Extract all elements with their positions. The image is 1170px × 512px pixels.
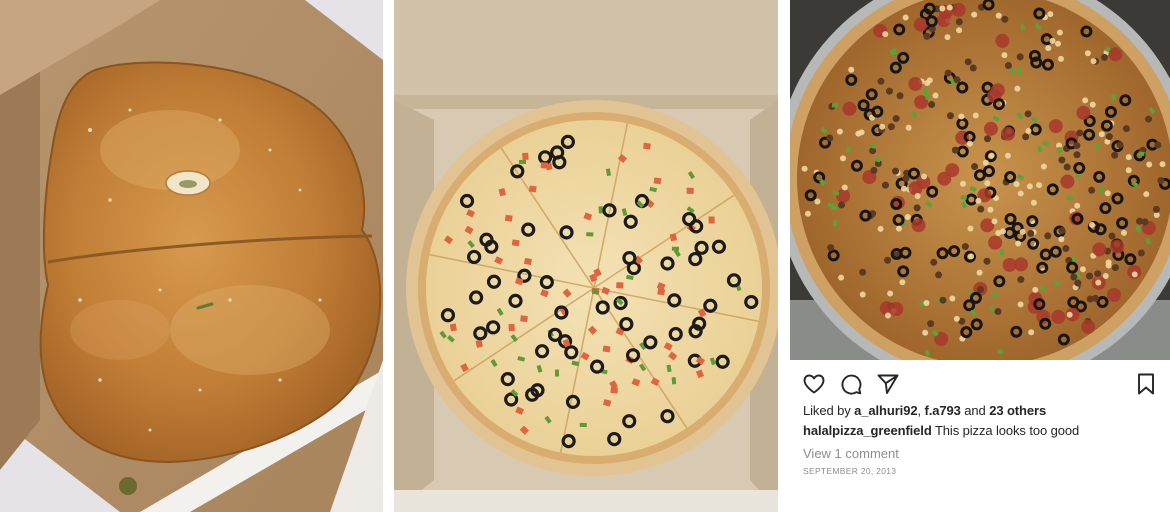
veggie-pizza-photo <box>394 0 778 512</box>
and-label: and <box>964 403 986 418</box>
send-icon[interactable] <box>876 372 900 396</box>
instagram-post: Liked by a_alhuri92, f.a793 and 23 other… <box>790 0 1170 512</box>
view-comments-link[interactable]: View 1 comment <box>803 446 899 461</box>
poster-username[interactable]: halalpizza_greenfield <box>803 423 932 438</box>
liked-by-label: Liked by <box>803 403 851 418</box>
likers-separator: , <box>917 403 921 418</box>
likes-line: Liked by a_alhuri92, f.a793 and 23 other… <box>803 403 1046 418</box>
post-date: SEPTEMBER 20, 2013 <box>803 466 897 476</box>
post-actions <box>802 372 1158 396</box>
liker-username[interactable]: f.a793 <box>925 403 961 418</box>
calzone-photo <box>0 0 383 512</box>
bookmark-icon[interactable] <box>1134 372 1158 396</box>
comment-icon[interactable] <box>839 372 863 396</box>
heart-icon[interactable] <box>802 372 826 396</box>
liker-username[interactable]: a_alhuri92 <box>854 403 917 418</box>
post-caption: halalpizza_greenfield This pizza looks t… <box>803 423 1079 438</box>
others-count[interactable]: 23 others <box>989 403 1046 418</box>
caption-text: This pizza looks too good <box>934 423 1080 438</box>
post-photo <box>790 0 1170 360</box>
